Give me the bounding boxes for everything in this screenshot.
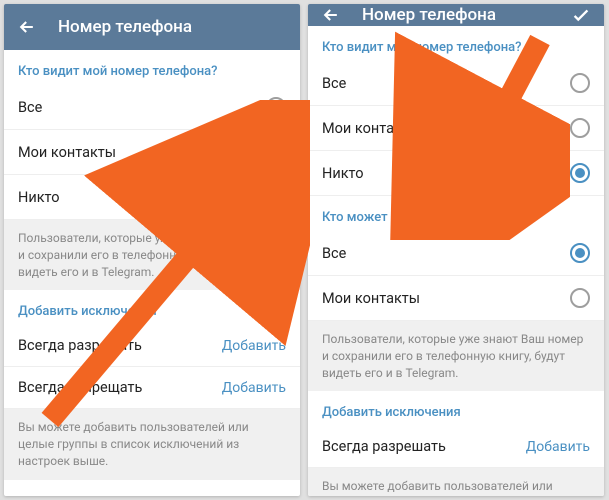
back-icon[interactable] — [320, 4, 342, 26]
screen-right: Номер телефона Кто видит мой номер телеф… — [308, 4, 604, 496]
radio-icon — [570, 73, 590, 93]
info-text: Пользователи, которые уже знают Ваш номе… — [4, 220, 300, 290]
radio-icon — [570, 118, 590, 138]
info-text: Вы можете добавить пользователей или цел… — [4, 409, 300, 479]
option-label: Все — [18, 99, 42, 116]
add-link[interactable]: Добавить — [222, 338, 286, 354]
section-exceptions-title: Добавить исключения — [308, 391, 604, 426]
row-label: Всегда запрещать — [18, 379, 142, 396]
radio-icon — [266, 142, 286, 162]
page-title: Номер телефона — [362, 5, 550, 25]
option-label: Мои контакты — [322, 290, 420, 307]
option-find-contacts[interactable]: Мои контакты — [308, 276, 604, 321]
option-label: Мои контакты — [18, 144, 116, 161]
radio-icon — [570, 288, 590, 308]
section-who-finds-title: Кто может найти меня по номеру? — [308, 196, 604, 231]
option-my-contacts[interactable]: Мои контакты — [4, 130, 300, 175]
app-header: Номер телефона — [4, 4, 300, 50]
always-allow-row[interactable]: Всегда разрешать Добавить — [308, 426, 604, 468]
row-label: Всегда разрешать — [322, 438, 446, 455]
option-everybody[interactable]: Все — [4, 85, 300, 130]
screen-left: Номер телефона Кто видит мой номер телеф… — [4, 4, 300, 496]
app-header: Номер телефона — [308, 4, 604, 26]
option-label: Никто — [18, 189, 60, 206]
radio-icon — [570, 243, 590, 263]
section-who-sees-title: Кто видит мой номер телефона? — [4, 50, 300, 85]
info-text: Вы можете добавить пользователей или цел… — [308, 468, 604, 496]
option-nobody[interactable]: Никто — [4, 175, 300, 220]
radio-icon — [570, 163, 590, 183]
section-who-sees-title: Кто видит мой номер телефона? — [308, 26, 604, 61]
option-everybody[interactable]: Все — [308, 61, 604, 106]
option-my-contacts[interactable]: Мои контакты — [308, 106, 604, 151]
option-label: Все — [322, 245, 346, 262]
option-label: Мои контакты — [322, 120, 420, 137]
add-link[interactable]: Добавить — [222, 380, 286, 396]
option-nobody[interactable]: Никто — [308, 151, 604, 196]
always-allow-row[interactable]: Всегда разрешать Добавить — [4, 325, 300, 367]
section-exceptions-title: Добавить исключения — [4, 290, 300, 325]
option-label: Никто — [322, 165, 364, 182]
row-label: Всегда разрешать — [18, 337, 142, 354]
info-text: Пользователи, которые уже знают Ваш номе… — [308, 321, 604, 391]
add-link[interactable]: Добавить — [526, 439, 590, 455]
page-title: Номер телефона — [58, 17, 288, 37]
radio-icon — [266, 97, 286, 117]
radio-icon — [266, 187, 286, 207]
back-icon[interactable] — [16, 16, 38, 38]
option-find-everybody[interactable]: Все — [308, 231, 604, 276]
option-label: Все — [322, 75, 346, 92]
check-icon[interactable] — [570, 4, 592, 26]
always-deny-row[interactable]: Всегда запрещать Добавить — [4, 367, 300, 409]
